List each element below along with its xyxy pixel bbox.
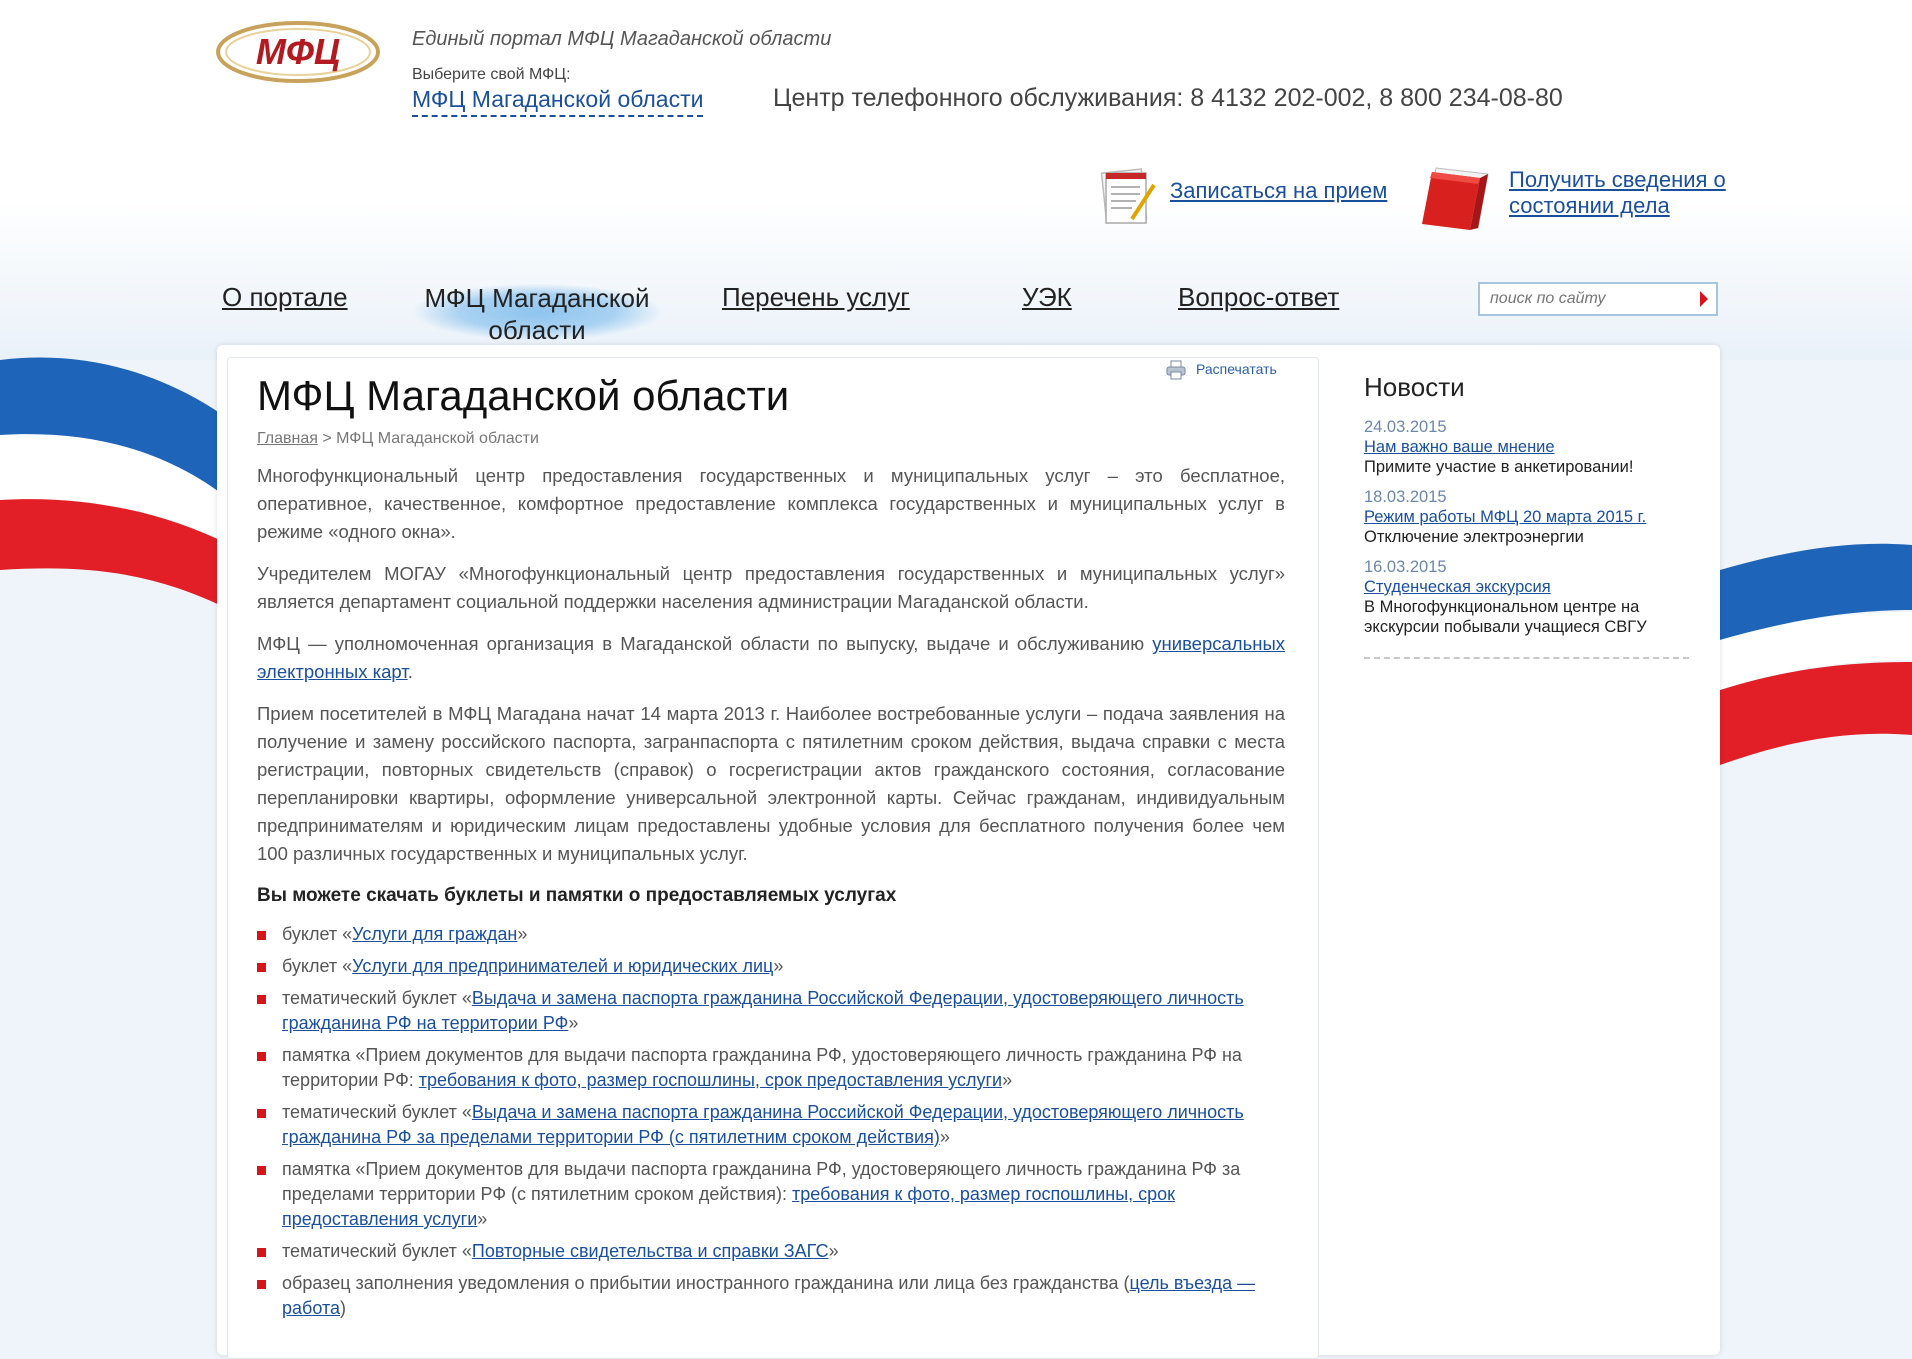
page-title: МФЦ Магаданской области <box>257 372 790 419</box>
red-square-bullet-icon <box>257 931 266 940</box>
download-link[interactable]: Услуги для предпринимателей и юридически… <box>352 956 773 976</box>
nav-faq[interactable]: Вопрос-ответ <box>1178 282 1339 313</box>
news-date: 18.03.2015 <box>1364 488 1447 506</box>
paragraph-reception: Прием посетителей в МФЦ Магадана начат 1… <box>257 703 1285 864</box>
news-link[interactable]: Нам важно ваше мнение <box>1364 437 1689 457</box>
red-square-bullet-icon <box>257 995 266 1004</box>
news-date: 24.03.2015 <box>1364 418 1447 436</box>
red-square-bullet-icon <box>257 1109 266 1118</box>
download-suffix: ) <box>340 1298 346 1318</box>
paragraph-uek-end: . <box>407 661 413 682</box>
nav-about[interactable]: О портале <box>222 282 348 313</box>
red-square-bullet-icon <box>257 1052 266 1061</box>
portal-title: Единый портал МФЦ Магаданской области <box>412 28 832 50</box>
region-select-link[interactable]: МФЦ Магаданской области <box>412 86 704 117</box>
download-item: памятка «Прием документов для выдачи пас… <box>257 1157 1285 1232</box>
downloads-list: буклет «Услуги для граждан» буклет «Услу… <box>257 922 1285 1321</box>
search-input[interactable] <box>1480 284 1700 314</box>
article-body: Многофункциональный центр предоставления… <box>257 462 1285 1328</box>
download-prefix: тематический буклет « <box>282 1241 472 1261</box>
news-item: 24.03.2015 Нам важно ваше мнение Примите… <box>1364 417 1689 477</box>
download-item: тематический буклет «Выдача и замена пас… <box>257 986 1285 1036</box>
download-suffix: » <box>568 1013 579 1033</box>
download-suffix: » <box>939 1127 950 1147</box>
paragraph-uek: МФЦ — уполномоченная организация в Магад… <box>257 630 1285 686</box>
print-link[interactable]: Распечатать <box>1196 361 1277 377</box>
news-item: 18.03.2015 Режим работы МФЦ 20 марта 201… <box>1364 487 1689 547</box>
download-item: памятка «Прием документов для выдачи пас… <box>257 1043 1285 1093</box>
printer-icon[interactable] <box>1166 360 1186 380</box>
download-suffix: » <box>828 1241 839 1261</box>
download-link[interactable]: требования к фото, размер госпошлины, ср… <box>419 1070 1002 1090</box>
nav-uek[interactable]: УЭК <box>1022 282 1072 313</box>
notepad-icon[interactable] <box>1096 165 1158 227</box>
appointment-link[interactable]: Записаться на прием <box>1170 178 1387 204</box>
news-description: Примите участие в анкетировании! <box>1364 458 1634 476</box>
red-square-bullet-icon <box>257 1166 266 1175</box>
nav-mfc-region-active[interactable]: МФЦ Магаданской области <box>412 282 662 346</box>
site-search <box>1478 282 1718 316</box>
download-link[interactable]: Повторные свидетельства и справки ЗАГС <box>472 1241 829 1261</box>
download-prefix: буклет « <box>282 924 353 944</box>
news-description: В Многофункциональном центре на экскурси… <box>1364 598 1647 636</box>
breadcrumb-home-link[interactable]: Главная <box>257 430 318 447</box>
download-prefix: буклет « <box>282 956 353 976</box>
choose-mfc-label: Выберите свой МФЦ: <box>412 66 571 83</box>
download-item: тематический буклет «Повторные свидетель… <box>257 1239 1285 1264</box>
red-square-bullet-icon <box>257 963 266 972</box>
download-link[interactable]: Услуги для граждан <box>352 924 517 944</box>
logo-text: МФЦ <box>256 31 340 72</box>
search-submit-arrow-icon[interactable] <box>1700 291 1708 307</box>
download-item: буклет «Услуги для предпринимателей и юр… <box>257 954 1285 979</box>
download-suffix: » <box>1002 1070 1013 1090</box>
download-prefix: тематический буклет « <box>282 988 472 1008</box>
phone-line: Центр телефонного обслуживания: 8 4132 2… <box>773 84 1563 112</box>
download-prefix: образец заполнения уведомления о прибыти… <box>282 1273 1130 1293</box>
downloads-heading: Вы можете скачать буклеты и памятки о пр… <box>257 885 897 906</box>
red-book-icon[interactable] <box>1418 162 1496 234</box>
news-heading: Новости <box>1364 372 1465 402</box>
mfc-logo[interactable]: МФЦ <box>215 20 381 84</box>
paragraph-founder: Учредителем МОГАУ «Многофункциональный ц… <box>257 563 1285 612</box>
red-square-bullet-icon <box>257 1248 266 1257</box>
download-item: образец заполнения уведомления о прибыти… <box>257 1271 1285 1321</box>
breadcrumb: Главная > МФЦ Магаданской области <box>257 430 539 448</box>
news-description: Отключение электроэнергии <box>1364 528 1584 546</box>
download-item: тематический буклет «Выдача и замена пас… <box>257 1100 1285 1150</box>
news-date: 16.03.2015 <box>1364 558 1447 576</box>
news-list: 24.03.2015 Нам важно ваше мнение Примите… <box>1364 417 1689 647</box>
download-suffix: » <box>773 956 784 976</box>
news-divider <box>1364 657 1689 659</box>
download-prefix: тематический буклет « <box>282 1102 472 1122</box>
paragraph-uek-text: МФЦ — уполномоченная организация в Магад… <box>257 633 1153 654</box>
breadcrumb-current: МФЦ Магаданской области <box>336 430 539 447</box>
breadcrumb-separator: > <box>317 430 337 447</box>
news-link[interactable]: Студенческая экскурсия <box>1364 577 1689 597</box>
red-square-bullet-icon <box>257 1280 266 1289</box>
download-suffix: » <box>517 924 528 944</box>
case-status-link[interactable]: Получить сведения о состоянии дела <box>1509 167 1749 219</box>
download-suffix: » <box>477 1209 488 1229</box>
paragraph-intro: Многофункциональный центр предоставления… <box>257 465 1285 542</box>
news-item: 16.03.2015 Студенческая экскурсия В Мног… <box>1364 557 1689 637</box>
news-link[interactable]: Режим работы МФЦ 20 марта 2015 г. <box>1364 507 1689 527</box>
download-item: буклет «Услуги для граждан» <box>257 922 1285 947</box>
nav-services-list[interactable]: Перечень услуг <box>722 282 910 313</box>
